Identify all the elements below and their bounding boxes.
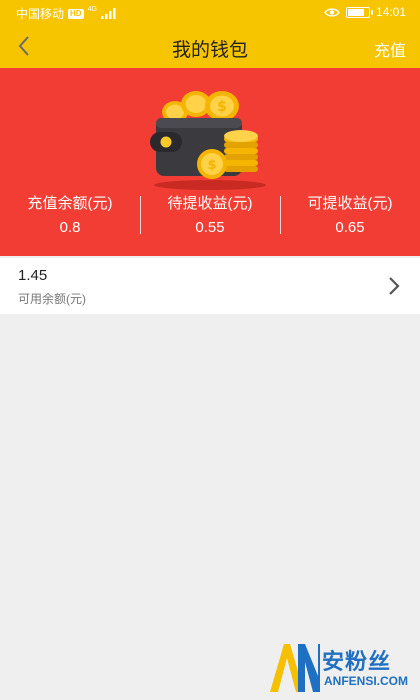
available-balance-value: 1.45 [18, 267, 48, 284]
stat-value: 0.55 [195, 219, 225, 236]
stat-value: 0.8 [59, 219, 81, 236]
stat-label: 可提收益(元) [307, 195, 393, 212]
watermark-domain: ANFENSI.COM [324, 674, 408, 688]
watermark-text: 安粉丝 [322, 649, 392, 674]
nav-bar: 我的钱包 充值 [0, 24, 420, 68]
stat-label: 待提收益(元) [167, 195, 253, 212]
stat-withdrawable-earnings: 可提收益(元) 0.65 [280, 194, 420, 244]
eye-icon [324, 7, 340, 17]
stat-label: 充值余额(元) [27, 195, 113, 212]
available-balance-label: 可用余额(元) [18, 292, 86, 306]
battery-icon [345, 6, 373, 18]
battery-fill [347, 8, 365, 16]
available-balance-row[interactable]: 1.45 可用余额(元) [0, 258, 420, 314]
recharge-button[interactable]: 充值 [374, 37, 406, 61]
status-left: 中国移动 HD 4G [16, 5, 117, 22]
status-right: 14:01 [324, 5, 406, 19]
svg-text:$: $ [217, 99, 227, 115]
stat-value: 0.65 [335, 219, 365, 236]
status-bar: 中国移动 HD 4G 14:01 [0, 0, 420, 24]
status-time: 14:01 [375, 5, 406, 19]
svg-text:$: $ [207, 158, 216, 173]
page-title: 我的钱包 [171, 40, 248, 61]
stat-recharge-balance: 充值余额(元) 0.8 [0, 194, 140, 244]
wallet-coins-icon: $ $ [150, 91, 266, 190]
carrier-name: 中国移动 [16, 7, 65, 21]
an-logo-icon [270, 644, 320, 692]
signal-icon [100, 8, 116, 19]
chevron-right-icon [389, 277, 400, 295]
network-type: 4G [87, 6, 97, 13]
hd-badge: HD [68, 8, 84, 19]
wallet-panel: $ $ 充值余额(元) 0.8 待提收益(元) 0.55 可提收益(元) 0.6… [0, 68, 420, 256]
stat-pending-earnings: 待提收益(元) 0.55 [140, 194, 280, 244]
watermark-logo: 安粉丝 ANFENSI.COM [268, 640, 412, 696]
earnings-stats: 充值余额(元) 0.8 待提收益(元) 0.55 可提收益(元) 0.65 [0, 194, 420, 244]
